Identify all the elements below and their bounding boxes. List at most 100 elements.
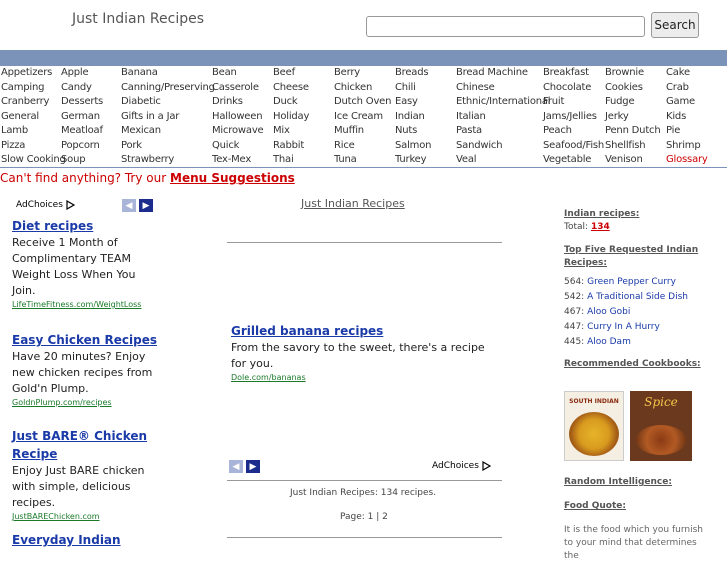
adchoices-label[interactable]: AdChoices — [432, 461, 491, 471]
category-link[interactable]: Duck — [273, 95, 298, 109]
cookbooks-heading[interactable]: Recommended Cookbooks: — [564, 358, 724, 371]
category-link[interactable]: Popcorn — [61, 139, 100, 153]
category-link[interactable]: Desserts — [61, 95, 103, 109]
category-link[interactable]: Sandwich — [456, 139, 503, 153]
category-link[interactable]: Salmon — [395, 139, 431, 153]
category-link[interactable]: Venison — [605, 153, 643, 167]
category-link[interactable]: Ethnic/International — [456, 95, 551, 109]
category-link[interactable]: Quick — [212, 139, 239, 153]
category-link[interactable]: Diabetic — [121, 95, 161, 109]
category-link[interactable]: Tuna — [334, 153, 357, 167]
category-link[interactable]: Tex-Mex — [212, 153, 251, 167]
recipe-link[interactable]: Curry In A Hurry — [587, 322, 660, 332]
adchoices-label[interactable]: AdChoices — [16, 200, 75, 210]
category-link[interactable]: Rice — [334, 139, 355, 153]
category-link[interactable]: Casserole — [212, 81, 259, 95]
category-link[interactable]: Game — [666, 95, 695, 109]
category-link[interactable]: Italian — [456, 110, 486, 124]
ad-url[interactable]: JustBAREChicken.com — [12, 511, 162, 523]
site-title[interactable]: Just Indian Recipes — [72, 11, 204, 27]
category-link[interactable]: Mix — [273, 124, 290, 138]
search-button[interactable]: Search — [651, 12, 699, 38]
ad-title[interactable]: Diet recipes — [12, 217, 162, 235]
category-link[interactable]: Holiday — [273, 110, 309, 124]
recipe-link[interactable]: A Traditional Side Dish — [587, 292, 688, 302]
category-link[interactable]: Pasta — [456, 124, 482, 138]
category-link[interactable]: Gifts in a Jar — [121, 110, 179, 124]
category-link[interactable]: Candy — [61, 81, 92, 95]
recipe-link[interactable]: Green Pepper Curry — [587, 277, 676, 287]
category-link[interactable]: Jams/Jellies — [543, 110, 597, 124]
category-link[interactable]: Brownie — [605, 66, 644, 80]
category-link[interactable]: Berry — [334, 66, 360, 80]
category-link[interactable]: Chicken — [334, 81, 372, 95]
category-link[interactable]: Microwave — [212, 124, 264, 138]
category-link[interactable]: Chocolate — [543, 81, 591, 95]
recipe-link[interactable]: Aloo Dam — [587, 337, 631, 347]
category-link[interactable]: Penn Dutch — [605, 124, 661, 138]
category-link[interactable]: Breads — [395, 66, 429, 80]
ad-url[interactable]: GoldnPlump.com/recipes — [12, 397, 162, 409]
prev-arrow-icon[interactable]: ◀ — [122, 199, 136, 212]
ad-url[interactable]: Dole.com/bananas — [231, 372, 501, 384]
ad-title[interactable]: Easy Chicken Recipes — [12, 331, 162, 349]
category-link[interactable]: Strawberry — [121, 153, 174, 167]
ad-title[interactable]: Grilled banana recipes — [231, 322, 501, 340]
category-link[interactable]: Chinese — [456, 81, 495, 95]
category-link[interactable]: Bean — [212, 66, 237, 80]
pagination[interactable]: Page: 1 | 2 — [340, 512, 388, 522]
category-link[interactable]: Thai — [273, 153, 294, 167]
category-link[interactable]: Rabbit — [273, 139, 304, 153]
category-link[interactable]: Dutch Oven — [334, 95, 391, 109]
category-link[interactable]: Pie — [666, 124, 680, 138]
category-link[interactable]: Turkey — [395, 153, 427, 167]
category-link[interactable]: Beef — [273, 66, 295, 80]
category-link[interactable]: Banana — [121, 66, 158, 80]
category-link[interactable]: Seafood/Fish — [543, 139, 604, 153]
category-link[interactable]: German — [61, 110, 100, 124]
category-link[interactable]: Indian — [395, 110, 425, 124]
ad-url[interactable]: LifeTimeFitness.com/WeightLoss — [12, 299, 162, 311]
category-link[interactable]: Veal — [456, 153, 477, 167]
category-link[interactable]: Jerky — [605, 110, 629, 124]
category-link[interactable]: Muffin — [334, 124, 364, 138]
top-five-heading[interactable]: Top Five Requested Indian Recipes: — [564, 244, 724, 270]
random-intelligence-heading[interactable]: Random Intelligence: — [564, 476, 672, 489]
category-link[interactable]: Kids — [666, 110, 686, 124]
prev-arrow-icon[interactable]: ◀ — [229, 460, 243, 473]
indian-recipes-heading[interactable]: Indian recipes: — [564, 208, 724, 221]
category-link[interactable]: Slow Cooking — [1, 153, 66, 167]
category-link[interactable]: Cranberry — [1, 95, 49, 109]
category-link[interactable]: General — [1, 110, 39, 124]
cookbook-cover[interactable]: Spice — [630, 391, 692, 461]
category-link[interactable]: Easy — [395, 95, 418, 109]
category-link[interactable]: Ice Cream — [334, 110, 383, 124]
cookbook-cover[interactable]: SOUTH INDIAN — [564, 391, 624, 461]
menu-suggestions-link[interactable]: Menu Suggestions — [170, 171, 295, 185]
next-arrow-icon[interactable]: ▶ — [139, 199, 153, 212]
category-link[interactable]: Cake — [666, 66, 690, 80]
search-input[interactable] — [366, 16, 645, 37]
category-link[interactable]: Fruit — [543, 95, 564, 109]
category-link[interactable]: Halloween — [212, 110, 263, 124]
category-link[interactable]: Camping — [1, 81, 44, 95]
category-link[interactable]: Fudge — [605, 95, 635, 109]
category-link[interactable]: Meatloaf — [61, 124, 103, 138]
recipe-link[interactable]: Aloo Gobi — [587, 307, 630, 317]
category-link[interactable]: Nuts — [395, 124, 417, 138]
category-link[interactable]: Apple — [61, 66, 89, 80]
center-title[interactable]: Just Indian Recipes — [301, 197, 405, 210]
category-link[interactable]: Breakfast — [543, 66, 589, 80]
category-link[interactable]: Crab — [666, 81, 689, 95]
category-link[interactable]: Cookies — [605, 81, 643, 95]
category-link[interactable]: Drinks — [212, 95, 243, 109]
category-link[interactable]: Bread Machine — [456, 66, 528, 80]
ad-title[interactable]: Everyday Indian — [12, 531, 162, 549]
category-link[interactable]: Appetizers — [1, 66, 52, 80]
category-link[interactable]: Chili — [395, 81, 416, 95]
category-link[interactable]: Peach — [543, 124, 572, 138]
category-link[interactable]: Glossary — [666, 153, 708, 167]
total-value[interactable]: 134 — [591, 222, 610, 232]
category-link[interactable]: Lamb — [1, 124, 28, 138]
category-link[interactable]: Cheese — [273, 81, 309, 95]
